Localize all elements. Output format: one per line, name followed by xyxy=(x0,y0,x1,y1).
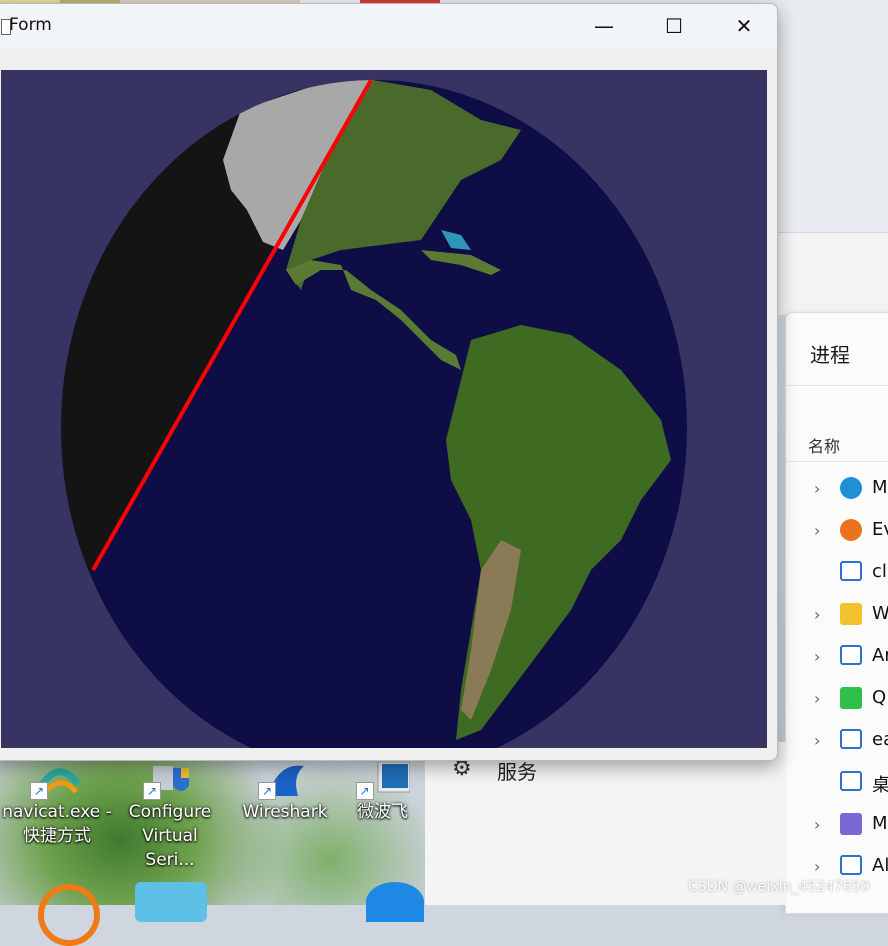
window-title: Form xyxy=(9,15,52,35)
desktop-app-icon-partial[interactable] xyxy=(135,882,207,922)
globe-canvas xyxy=(61,79,687,748)
desktop-icon-label: navicat.exe - xyxy=(2,802,112,822)
shortcut-arrow-icon: ↗ xyxy=(30,782,48,800)
navicat-icon: ↗ xyxy=(30,762,84,800)
desktop-icon-app[interactable]: ↗ 微波飞 xyxy=(340,762,425,824)
desktop-app-icon-partial[interactable] xyxy=(366,882,424,922)
process-row[interactable]: › M xyxy=(786,469,888,511)
app-icon: ↗ xyxy=(355,762,410,800)
shortcut-arrow-icon: ↗ xyxy=(143,782,161,800)
background-window-toolbar xyxy=(778,232,888,315)
chevron-right-icon[interactable]: › xyxy=(814,647,820,666)
process-row[interactable]: › ea xyxy=(786,721,888,763)
title-bar[interactable]: Form — ☐ ✕ xyxy=(0,4,777,48)
process-name: Ev xyxy=(872,519,888,540)
teams-icon xyxy=(840,813,862,835)
qc-icon xyxy=(840,687,862,709)
process-row[interactable]: › M xyxy=(786,805,888,847)
wireshark-icon: ↗ xyxy=(258,762,312,800)
process-name: cl xyxy=(872,561,887,582)
background-window xyxy=(778,0,888,232)
chevron-right-icon[interactable]: › xyxy=(814,479,820,498)
chevron-right-icon[interactable]: › xyxy=(814,605,820,624)
desktop-icon-label: Wireshark xyxy=(242,802,328,822)
folder-icon xyxy=(840,603,862,625)
desktop-icon-configure[interactable]: ↗ Configure Virtual Seri... xyxy=(115,762,225,872)
process-name: M xyxy=(872,477,888,498)
chevron-right-icon[interactable]: › xyxy=(814,521,820,540)
app-window-icon xyxy=(840,645,862,665)
maximize-button[interactable]: ☐ xyxy=(639,4,709,48)
chevron-right-icon[interactable]: › xyxy=(814,689,820,708)
form-window: Form — ☐ ✕ xyxy=(0,3,778,761)
app-window-icon xyxy=(840,729,862,749)
process-row[interactable]: › Ar xyxy=(786,637,888,679)
process-name: 桌 xyxy=(872,775,888,796)
desktop-icon-label: 微波飞 xyxy=(357,802,408,822)
processes-title: 进程 xyxy=(810,343,850,367)
process-row[interactable]: › Ev xyxy=(786,511,888,553)
task-manager-window: 进程 名称 ›M›Evcl›W›Ar›Q›ea桌›M›Al xyxy=(785,312,888,914)
edge-icon xyxy=(840,477,862,499)
process-name: M xyxy=(872,813,888,834)
divider xyxy=(786,461,888,462)
process-row[interactable]: 桌 xyxy=(786,763,888,805)
process-name: W xyxy=(872,603,888,624)
desktop-icon-label: Configure xyxy=(128,802,212,822)
minimize-button[interactable]: — xyxy=(569,4,639,48)
app-window-icon xyxy=(840,855,862,875)
process-name: Q xyxy=(872,687,887,708)
process-row[interactable]: › W xyxy=(786,595,888,637)
desktop-icon-navicat[interactable]: ↗ navicat.exe - 快捷方式 xyxy=(2,762,112,848)
desktop-icon-label: Virtual Seri... xyxy=(142,826,198,870)
app-window-icon xyxy=(840,771,862,791)
configure-icon: ↗ xyxy=(143,762,197,800)
search-app-icon xyxy=(840,519,862,541)
process-name: Al xyxy=(872,855,888,876)
desktop-app-icon-partial[interactable] xyxy=(38,884,100,946)
chevron-right-icon[interactable]: › xyxy=(814,815,820,834)
shortcut-arrow-icon: ↗ xyxy=(258,782,276,800)
process-name: Ar xyxy=(872,645,888,666)
process-name: ea xyxy=(872,729,888,750)
desktop-icon-wireshark[interactable]: ↗ Wireshark xyxy=(230,762,340,824)
divider xyxy=(786,385,888,386)
process-row[interactable]: › Q xyxy=(786,679,888,721)
close-button[interactable]: ✕ xyxy=(709,4,777,48)
app-window-icon xyxy=(840,561,862,581)
shortcut-arrow-icon: ↗ xyxy=(355,782,374,800)
watermark: CSDN @weixin_45247650 xyxy=(688,879,870,895)
desktop-icon-label: 快捷方式 xyxy=(23,826,91,846)
process-row[interactable]: cl xyxy=(786,553,888,595)
chevron-right-icon[interactable]: › xyxy=(814,857,820,876)
form-client-area[interactable] xyxy=(1,70,767,748)
chevron-right-icon[interactable]: › xyxy=(814,731,820,750)
column-header-name[interactable]: 名称 xyxy=(808,433,840,457)
